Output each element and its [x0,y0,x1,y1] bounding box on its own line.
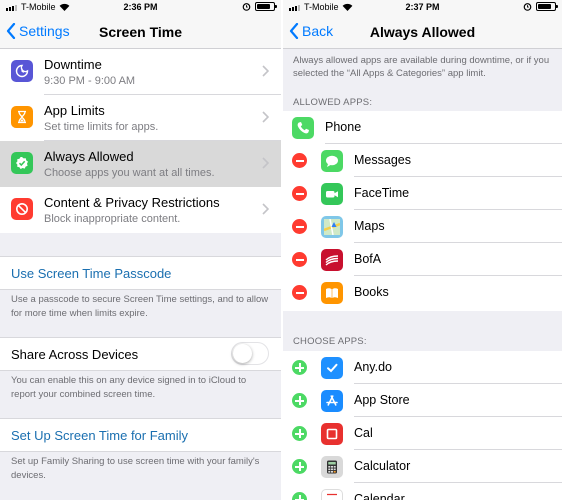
app-name: Calendar [354,492,405,500]
menu-row-subtitle: Block inappropriate content. [44,213,181,225]
remove-app-button[interactable] [292,219,307,234]
app-name: Calculator [354,459,411,473]
checkmark-badge-icon [11,152,33,174]
allowed-app-maps: Maps [283,210,562,243]
add-app-button[interactable] [292,492,307,500]
status-bar: T-Mobile 2:36 PM [0,0,281,14]
chevron-right-icon [262,203,269,215]
remove-app-button[interactable] [292,186,307,201]
allowed-app-bofa: BofA [283,243,562,276]
menu-row-subtitle: 9:30 PM - 9:00 AM [44,75,136,87]
choose-apps-header: CHOOSE APPS: [293,336,367,347]
menu-row-subtitle: Choose apps you want at all times. [44,167,215,179]
page-title: Always Allowed [369,24,476,40]
add-app-button[interactable] [292,393,307,408]
choose-app-app-store: App Store [283,384,562,417]
app-name: App Store [354,393,410,407]
chevron-right-icon [262,65,269,77]
alarm-icon [242,3,251,11]
navigation-bar: Back Always Allowed [283,14,562,49]
moon-clock-icon [11,60,33,82]
page-title: Screen Time [98,24,182,40]
family-setup-label: Set Up Screen Time for Family [11,428,188,443]
menu-row-title: Downtime [44,57,102,72]
app-name: Cal [354,426,373,440]
screen-time-panel: T-Mobile 2:36 PM Settings Screen Time Do… [0,0,281,500]
allowed-apps-list: Phone Messages FaceTime Maps BofA Books [283,111,562,311]
add-app-button[interactable] [292,459,307,474]
battery-icon [255,2,277,11]
calendar-icon [321,489,343,500]
menu-row-title: Content & Privacy Restrictions [44,195,220,210]
screen-time-passcode-link[interactable]: Use Screen Time Passcode [0,256,281,290]
chevron-right-icon [262,157,269,169]
always-allowed-panel: T-Mobile 2:37 PM Back Always Allowed Alw… [283,0,562,500]
battery-icon [536,2,558,11]
allowed-app-facetime: FaceTime [283,177,562,210]
no-entry-icon [11,198,33,220]
family-footnote: Set up Family Sharing to use screen time… [11,456,260,481]
status-time: 2:37 PM [405,2,440,12]
menu-row-downtime[interactable]: Downtime 9:30 PM - 9:00 AM [0,49,281,95]
remove-app-button[interactable] [292,153,307,168]
allowed-apps-header: ALLOWED APPS: [293,97,373,108]
phone-icon [292,117,314,139]
app-store-icon [321,390,343,412]
remove-app-button[interactable] [292,285,307,300]
navigation-bar: Settings Screen Time [0,14,281,49]
chevron-right-icon [262,111,269,123]
app-name: Phone [325,120,362,134]
anydo-icon [321,357,343,379]
allowed-app-books: Books [283,276,562,309]
status-time: 2:36 PM [123,2,158,12]
share-across-devices-row: Share Across Devices [0,337,281,371]
menu-row-title: Always Allowed [44,149,134,164]
allowed-app-phone: Phone [283,111,562,144]
app-name: Books [354,285,389,299]
family-setup-link[interactable]: Set Up Screen Time for Family [0,418,281,452]
add-app-button[interactable] [292,360,307,375]
screen-time-menu: Downtime 9:30 PM - 9:00 AM App Limits Se… [0,49,281,233]
alarm-icon [523,3,532,11]
menu-row-subtitle: Set time limits for apps. [44,121,159,133]
passcode-footnote: Use a passcode to secure Screen Time set… [11,294,269,319]
choose-app-anydo: Any.do [283,351,562,384]
share-footnote: You can enable this on any device signed… [11,375,247,400]
menu-row-always-allowed[interactable]: Always Allowed Choose apps you want at a… [0,141,281,187]
cal-icon [321,423,343,445]
menu-row-content-privacy[interactable]: Content & Privacy Restrictions Block ina… [0,187,281,233]
app-name: FaceTime [354,186,410,200]
books-icon [321,282,343,304]
bofa-icon [321,249,343,271]
choose-app-cal: Cal [283,417,562,450]
app-name: Any.do [354,360,392,374]
app-name: Maps [354,219,385,233]
passcode-link-label: Use Screen Time Passcode [11,266,172,281]
remove-app-button[interactable] [292,252,307,267]
hourglass-icon [11,106,33,128]
menu-row-app-limits[interactable]: App Limits Set time limits for apps. [0,95,281,141]
choose-app-calculator: Calculator [283,450,562,483]
app-name: BofA [354,252,382,266]
menu-row-title: App Limits [44,103,105,118]
choose-apps-list: Any.do App Store Cal Calculator Calendar [283,351,562,500]
share-across-devices-label: Share Across Devices [11,347,139,362]
add-app-button[interactable] [292,426,307,441]
calculator-icon [321,456,343,478]
maps-icon [321,216,343,238]
facetime-icon [321,183,343,205]
share-across-devices-toggle[interactable] [231,342,269,365]
allowed-app-messages: Messages [283,144,562,177]
status-bar: T-Mobile 2:37 PM [283,0,562,14]
app-name: Messages [354,153,411,167]
choose-app-calendar: Calendar [283,483,562,500]
messages-icon [321,150,343,172]
always-allowed-description: Always allowed apps are available during… [293,55,550,79]
